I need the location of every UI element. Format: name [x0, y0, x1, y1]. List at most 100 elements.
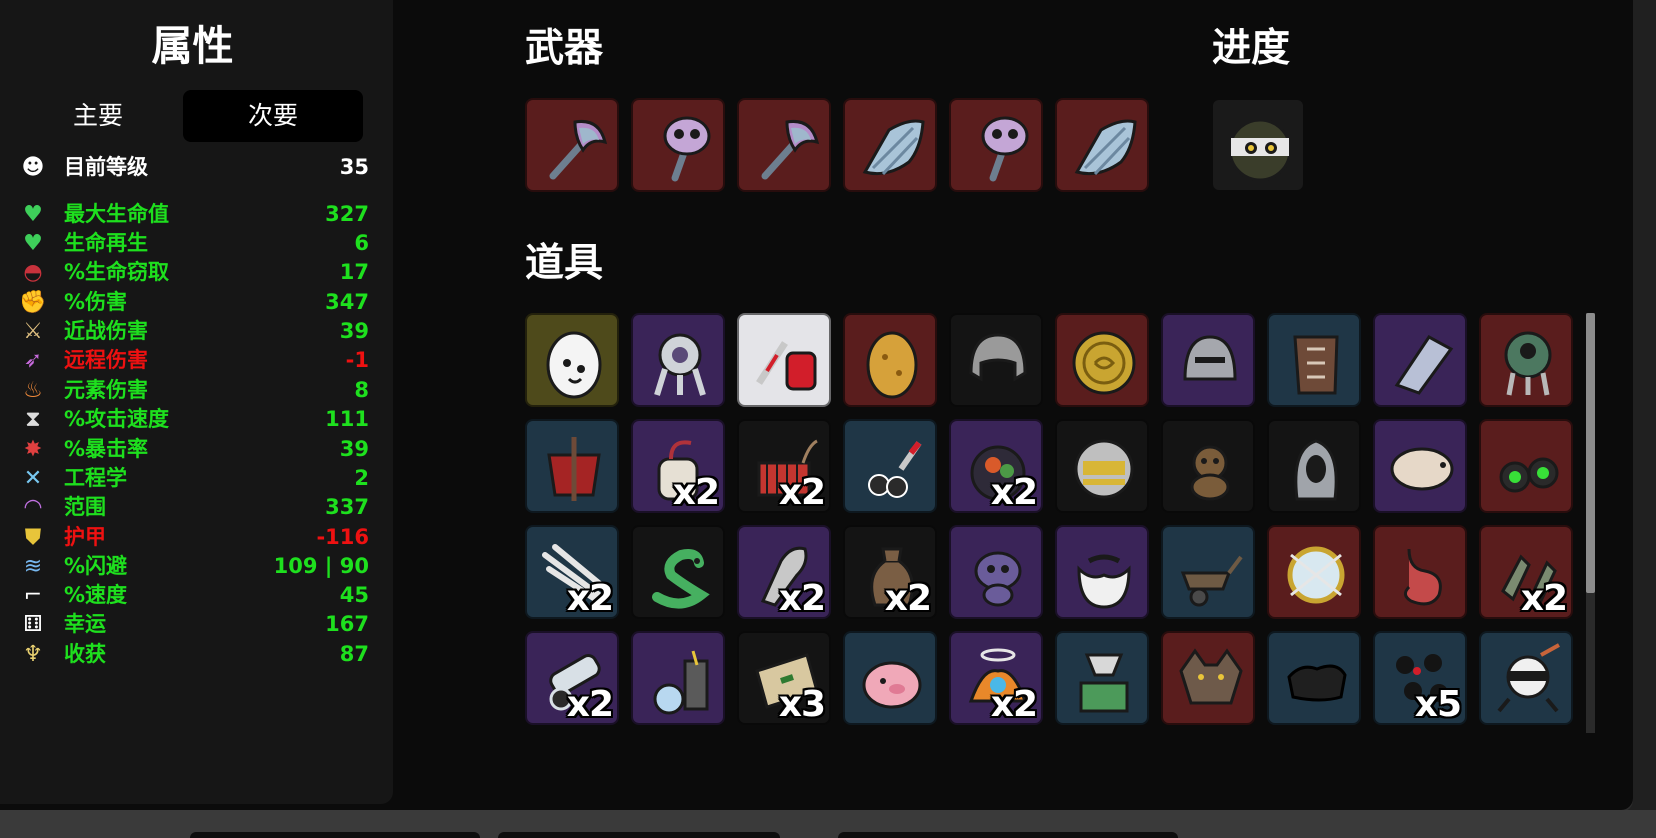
- item-slot[interactable]: [1161, 313, 1255, 407]
- stat-value: 327: [325, 202, 369, 226]
- weapon-slot[interactable]: [737, 98, 831, 192]
- item-slot[interactable]: x5: [1373, 631, 1467, 725]
- stat-value: 109 | 90: [273, 554, 369, 578]
- stat-label: %速度: [64, 583, 128, 607]
- stat-row[interactable]: ⛊ 护甲 -116: [18, 522, 369, 552]
- item-count: x2: [566, 684, 614, 725]
- stat-row[interactable]: ♆ 收获 87: [18, 639, 369, 669]
- stat-row[interactable]: ♨ 元素伤害 8: [18, 375, 369, 405]
- stat-value: 337: [325, 495, 369, 519]
- stat-row[interactable]: ♥ 生命再生 6: [18, 228, 369, 258]
- stat-label: 生命再生: [64, 231, 148, 255]
- weapon-slot[interactable]: [525, 98, 619, 192]
- item-count: x2: [884, 578, 932, 619]
- stat-row[interactable]: ✕ 工程学 2: [18, 463, 369, 493]
- item-slot[interactable]: [1373, 419, 1467, 513]
- progress-slot[interactable]: [1211, 98, 1305, 192]
- item-count: x5: [1414, 684, 1462, 725]
- item-slot[interactable]: [631, 631, 725, 725]
- item-slot[interactable]: [1055, 419, 1149, 513]
- stat-row[interactable]: ⚅ 幸运 167: [18, 609, 369, 639]
- item-slot[interactable]: [525, 419, 619, 513]
- heart-icon: ♥: [23, 201, 43, 227]
- range-waves-icon: ◠: [23, 494, 43, 520]
- item-slot[interactable]: [631, 525, 725, 619]
- stat-row[interactable]: ◠ 范围 337: [18, 492, 369, 522]
- item-slot[interactable]: [1267, 313, 1361, 407]
- item-slot[interactable]: x2: [525, 631, 619, 725]
- stat-row[interactable]: ⧗ %攻击速度 111: [18, 404, 369, 434]
- bow-icon: ➶: [23, 347, 43, 373]
- weapon-slot[interactable]: [949, 98, 1043, 192]
- item-slot[interactable]: x2: [843, 525, 937, 619]
- item-slot[interactable]: [1479, 313, 1573, 407]
- item-slot[interactable]: [631, 313, 725, 407]
- item-slot[interactable]: x2: [1479, 525, 1573, 619]
- item-slot[interactable]: x2: [631, 419, 725, 513]
- item-slot[interactable]: [1055, 525, 1149, 619]
- stat-row[interactable]: ≋ %闪避 109 | 90: [18, 551, 369, 581]
- item-slot[interactable]: x2: [737, 419, 831, 513]
- item-slot[interactable]: [1373, 313, 1467, 407]
- item-slot[interactable]: [843, 631, 937, 725]
- stat-value: 45: [339, 583, 369, 607]
- stat-row[interactable]: ➶ 远程伤害 -1: [18, 345, 369, 375]
- item-slot[interactable]: [1267, 525, 1361, 619]
- item-slot[interactable]: [1055, 313, 1149, 407]
- bottom-tab[interactable]: [190, 832, 480, 838]
- stat-value: 111: [325, 407, 369, 431]
- item-slot[interactable]: [1479, 419, 1573, 513]
- weapon-slot[interactable]: [631, 98, 725, 192]
- item-slot[interactable]: [1373, 525, 1467, 619]
- stat-label: 近战伤害: [64, 319, 148, 343]
- bottom-tab[interactable]: [838, 832, 1178, 838]
- sword-icon: ⚔: [23, 318, 43, 344]
- tab-secondary[interactable]: 次要: [183, 90, 363, 142]
- item-slot[interactable]: [525, 313, 619, 407]
- crit-burst-icon: ✸: [23, 436, 43, 462]
- item-slot[interactable]: [1161, 525, 1255, 619]
- wrench-icon: ✕: [23, 465, 43, 491]
- stat-value: 39: [339, 319, 369, 343]
- stat-label: %生命窃取: [64, 260, 170, 284]
- tab-primary[interactable]: 主要: [8, 90, 188, 142]
- item-slot[interactable]: x2: [525, 525, 619, 619]
- item-count: x2: [1520, 578, 1568, 619]
- weapon-slot[interactable]: [843, 98, 937, 192]
- bottom-tab[interactable]: [498, 832, 780, 838]
- stat-row[interactable]: ♥ 最大生命值 327: [18, 199, 369, 229]
- stat-row[interactable]: ⌐ %速度 45: [18, 580, 369, 610]
- item-slot[interactable]: x2: [737, 525, 831, 619]
- item-slot[interactable]: [843, 419, 937, 513]
- stat-row[interactable]: ◓ %生命窃取 17: [18, 257, 369, 287]
- stat-row[interactable]: ✸ %暴击率 39: [18, 434, 369, 464]
- item-slot[interactable]: [1479, 631, 1573, 725]
- item-slot[interactable]: [843, 313, 937, 407]
- item-slot[interactable]: x3: [737, 631, 831, 725]
- boot-icon: ⌐: [23, 582, 43, 608]
- item-slot[interactable]: x2: [949, 631, 1043, 725]
- fangs-icon: ◓: [23, 259, 43, 285]
- item-slot[interactable]: [1055, 631, 1149, 725]
- stat-label: 最大生命值: [64, 202, 169, 226]
- stats-panel: 属性 主要 次要 ☻ 目前等级 35 ♥ 最大生命值 327 ♥ 生命再生 6 ◓ %生命窃取 17 ✊…: [0, 0, 393, 804]
- weapon-slot[interactable]: [1055, 98, 1149, 192]
- stat-value: 87: [339, 642, 369, 666]
- items-scrollbar-thumb[interactable]: [1586, 313, 1595, 593]
- shield-icon: ⛊: [24, 524, 42, 550]
- item-slot[interactable]: [949, 525, 1043, 619]
- item-slot[interactable]: x2: [949, 419, 1043, 513]
- stat-label: 元素伤害: [64, 378, 148, 402]
- item-slot[interactable]: [1161, 419, 1255, 513]
- stat-label: %闪避: [64, 554, 128, 578]
- item-slot[interactable]: [949, 313, 1043, 407]
- item-slot[interactable]: [737, 313, 831, 407]
- stat-row[interactable]: ⚔ 近战伤害 39: [18, 316, 369, 346]
- item-slot[interactable]: [1161, 631, 1255, 725]
- stat-row[interactable]: ☻ 目前等级 35: [18, 152, 369, 182]
- hourglass-icon: ⧗: [25, 406, 41, 432]
- stat-row[interactable]: ✊ %伤害 347: [18, 287, 369, 317]
- item-slot[interactable]: [1267, 419, 1361, 513]
- item-count: x2: [778, 472, 826, 513]
- item-slot[interactable]: [1267, 631, 1361, 725]
